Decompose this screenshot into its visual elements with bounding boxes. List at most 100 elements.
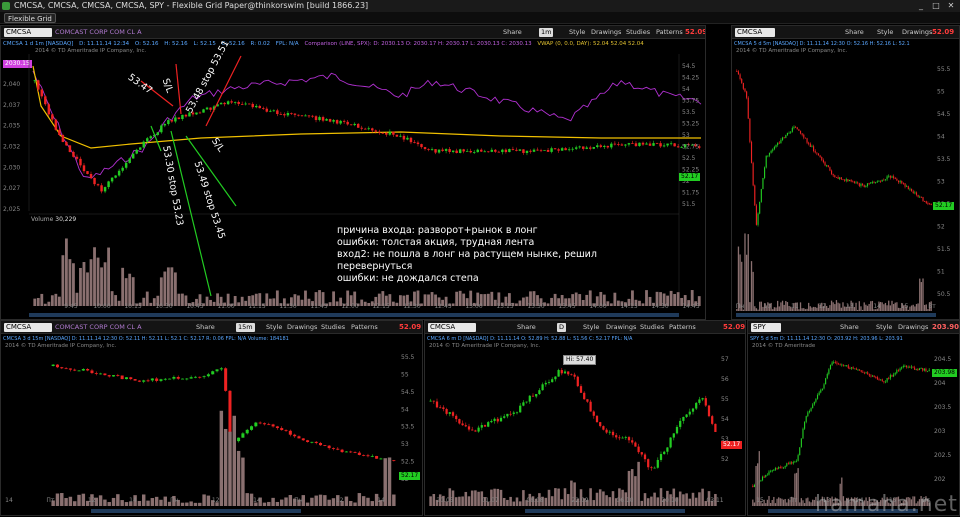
volume-bar bbox=[907, 309, 909, 311]
candle-body bbox=[129, 377, 133, 380]
candle-body bbox=[624, 144, 627, 146]
time-axis-label: 14 bbox=[5, 497, 13, 504]
candle-body bbox=[854, 368, 856, 370]
time-axis-label: 01.07 bbox=[481, 497, 498, 504]
volume-bar bbox=[857, 309, 859, 311]
volume-bar bbox=[557, 488, 560, 506]
volume-bar bbox=[691, 492, 695, 506]
candle-body bbox=[779, 467, 781, 468]
volume-bar bbox=[800, 498, 803, 506]
candle-body bbox=[886, 378, 888, 382]
candle-body bbox=[698, 399, 701, 403]
minimize-button[interactable]: _ bbox=[914, 1, 928, 11]
candle-body bbox=[883, 179, 885, 181]
volume-bar bbox=[146, 500, 150, 506]
bottom-right-candle-chart[interactable]: 204.5204203.5203202.520215 Пт 13 14 15 Вт bbox=[748, 321, 960, 516]
candle-body bbox=[891, 176, 893, 178]
volume-bar bbox=[502, 497, 506, 506]
candle-body bbox=[746, 91, 748, 98]
right-top-candle-chart[interactable]: 55.55554.55453.55352.55251.55150.5Пн1011… bbox=[732, 26, 960, 320]
candle-body bbox=[813, 146, 815, 151]
maximize-button[interactable]: □ bbox=[929, 1, 943, 11]
candle-body bbox=[770, 471, 772, 473]
candle-body bbox=[522, 402, 525, 406]
candle-body bbox=[901, 367, 903, 369]
candle-body bbox=[103, 187, 107, 192]
candle-body bbox=[525, 150, 529, 153]
candle-body bbox=[804, 421, 806, 429]
price-axis-label: 54 bbox=[401, 406, 409, 413]
candle-body bbox=[185, 378, 189, 380]
flexible-grid-button[interactable]: Flexible Grid bbox=[4, 13, 56, 23]
candle-body bbox=[875, 377, 877, 378]
bottom-middle-candle-chart[interactable]: 57565554535220.05 01.07 08.08 22.09 06.10 20.… bbox=[425, 321, 746, 516]
candle-body bbox=[297, 114, 300, 116]
candle-body bbox=[837, 177, 839, 179]
last-price-tag: 52.17 bbox=[399, 472, 421, 480]
volume-bar bbox=[784, 498, 786, 506]
volume-bar bbox=[177, 293, 181, 306]
volume-bar bbox=[304, 290, 307, 306]
time-axis-label: 03.11 bbox=[706, 497, 723, 504]
horizontal-scrollbar[interactable] bbox=[91, 509, 301, 513]
candle-body bbox=[909, 366, 911, 368]
price-axis-label: 54.25 bbox=[682, 75, 699, 82]
volume-bar bbox=[54, 293, 58, 306]
candle-body bbox=[650, 467, 653, 469]
candle-body bbox=[844, 365, 846, 367]
candle-body bbox=[873, 375, 875, 378]
candle-body bbox=[114, 175, 117, 178]
candle-body bbox=[845, 179, 847, 181]
candle-body bbox=[823, 384, 825, 389]
price-axis-label: 53.5 bbox=[401, 424, 415, 431]
candle-body bbox=[503, 416, 506, 418]
volume-bar bbox=[506, 499, 509, 506]
candle-body bbox=[915, 192, 918, 195]
volume-bar bbox=[81, 493, 86, 506]
candle-body bbox=[271, 424, 275, 427]
price-axis-label: 53 bbox=[401, 441, 409, 448]
volume-bar bbox=[766, 499, 769, 506]
price-axis-label: 204.5 bbox=[934, 356, 951, 363]
candle-body bbox=[107, 181, 110, 188]
candle-body bbox=[870, 182, 872, 184]
candle-body bbox=[803, 134, 805, 138]
candle-body bbox=[455, 150, 458, 153]
candle-body bbox=[888, 378, 890, 379]
candle-body bbox=[669, 143, 673, 145]
volume-bar bbox=[82, 262, 86, 306]
candle-body bbox=[509, 413, 512, 415]
close-button[interactable]: ✕ bbox=[944, 1, 958, 11]
candle-body bbox=[688, 411, 691, 415]
horizontal-scrollbar[interactable] bbox=[29, 313, 679, 317]
candle-body bbox=[672, 433, 675, 438]
volume-bar bbox=[57, 296, 61, 306]
horizontal-scrollbar[interactable] bbox=[736, 313, 936, 317]
candle-body bbox=[583, 392, 586, 400]
volume-bar bbox=[36, 297, 40, 306]
candle-body bbox=[241, 433, 245, 438]
volume-bar bbox=[111, 497, 116, 506]
candle-body bbox=[353, 123, 356, 126]
candle-body bbox=[881, 379, 883, 382]
candle-body bbox=[599, 422, 602, 427]
volume-bar bbox=[392, 494, 396, 506]
candle-body bbox=[842, 364, 844, 366]
candle-body bbox=[546, 149, 550, 152]
candle-body bbox=[736, 71, 738, 72]
volume-bar bbox=[103, 499, 107, 506]
candle-body bbox=[451, 150, 455, 152]
bottom-left-candle-chart[interactable]: 55.55554.55453.55352.55214Пт1214Пн1214Пн… bbox=[1, 321, 423, 516]
volume-bar bbox=[808, 501, 811, 506]
candle-body bbox=[342, 120, 346, 122]
candle-body bbox=[90, 370, 94, 374]
note-line: вход2: не пошла в лонг на растущем нынке… bbox=[337, 249, 597, 260]
candle-body bbox=[525, 401, 528, 403]
candle-body bbox=[279, 114, 283, 115]
volume-bar bbox=[361, 496, 366, 506]
candle-body bbox=[858, 183, 860, 186]
horizontal-scrollbar[interactable] bbox=[525, 509, 685, 513]
candle-body bbox=[847, 365, 849, 369]
comparison-axis-label: 2,027 bbox=[3, 185, 20, 192]
volume-bar bbox=[370, 501, 375, 506]
